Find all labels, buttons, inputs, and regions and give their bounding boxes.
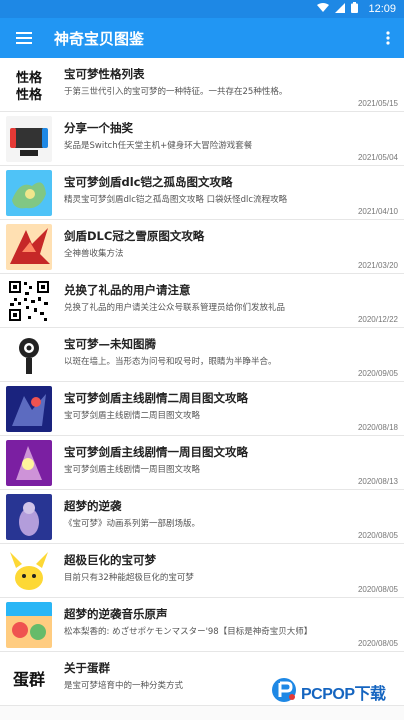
thumbnail [6,116,52,162]
qr-code-thumbnail [6,278,52,324]
item-desc: 兑换了礼品的用户请关注公众号联系管理员给你们发放礼品 [64,303,286,313]
thumbnail: 蛋群 [6,656,52,702]
watermark-logo: PCPOP下载 [270,674,398,710]
item-desc: 宝可梦剑盾主线剧情一周目图文攻略 [64,465,201,475]
list-item[interactable]: 剑盾DLC冠之雪原图文攻略 全神兽收集方法 2021/03/20 [0,220,404,274]
list-item[interactable]: 宝可梦剑盾dlc铠之孤岛图文攻略 精灵宝可梦剑盾dlc铠之孤岛图文攻略 口袋妖怪… [0,166,404,220]
svg-text:性格: 性格 [16,70,43,85]
item-date: 2021/05/04 [357,153,398,162]
article-list: 性格 性格 宝可梦性格列表 于第三世代引入的宝可梦的一种特征。一共存在25种性格… [0,58,404,706]
item-title: 超梦的逆袭音乐原声 [64,607,168,621]
item-date: 2020/08/05 [357,585,398,594]
thumbnail [6,170,52,216]
thumbnail [6,548,52,594]
item-date: 2021/04/10 [357,207,398,216]
item-desc: 于第三世代引入的宝可梦的一种特征。一共存在25种性格。 [64,87,288,97]
item-date: 2020/12/22 [357,315,398,324]
item-title: 宝可梦性格列表 [64,67,145,81]
item-date: 2021/05/15 [357,99,398,108]
item-title: 剑盾DLC冠之雪原图文攻略 [64,229,205,243]
menu-icon[interactable] [0,18,48,58]
list-item[interactable]: 超极巨化的宝可梦 目前只有32种能超极巨化的宝可梦 2020/08/05 [0,544,404,598]
item-desc: 全神兽收集方法 [64,249,124,259]
item-title: 分享一个抽奖 [64,121,133,135]
item-desc: 奖品是Switch任天堂主机+健身环大冒险游戏套餐 [64,141,253,151]
item-title: 宝可梦—未知图腾 [64,337,156,351]
list-item[interactable]: 宝可梦剑盾主线剧情二周目图文攻略 宝可梦剑盾主线剧情二周目图文攻略 2020/0… [0,382,404,436]
item-desc: 目前只有32种能超极巨化的宝可梦 [64,573,194,583]
item-date: 2020/08/05 [357,531,398,540]
item-desc: 以斑在墙上。当形态为问号和叹号时，眼睛为半睁半合。 [64,357,277,367]
pcpop-logo-icon [270,676,298,708]
thumbnail: 性格 性格 [6,62,52,108]
app-title: 神奇宝贝图鉴 [54,29,145,48]
more-vert-icon[interactable] [372,18,404,58]
thumbnail [6,494,52,540]
item-date: 2020/08/05 [357,639,398,648]
list-item[interactable]: 分享一个抽奖 奖品是Switch任天堂主机+健身环大冒险游戏套餐 2021/05… [0,112,404,166]
list-item[interactable]: 宝可梦—未知图腾 以斑在墙上。当形态为问号和叹号时，眼睛为半睁半合。 2020/… [0,328,404,382]
item-date: 2020/08/13 [357,477,398,486]
item-title: 宝可梦剑盾主线剧情二周目图文攻略 [64,391,248,405]
watermark-text: PCPOP下载 [301,686,386,703]
item-date: 2020/08/18 [357,423,398,432]
list-item[interactable]: 性格 性格 宝可梦性格列表 于第三世代引入的宝可梦的一种特征。一共存在25种性格… [0,58,404,112]
thumbnail [6,440,52,486]
item-desc: 松本梨香的: めざせポケモンマスター'98【目标是神奇宝贝大师】 [64,627,313,637]
thumbnail [6,386,52,432]
item-desc: 《宝可梦》动画系列第一部剧场版。 [64,519,201,529]
svg-text:蛋群: 蛋群 [13,670,45,689]
battery-icon [351,2,359,16]
item-title: 宝可梦剑盾主线剧情一周目图文攻略 [64,445,248,459]
wifi-icon [317,2,330,16]
list-item[interactable]: 兑换了礼品的用户请注意 兑换了礼品的用户请关注公众号联系管理员给你们发放礼品 2… [0,274,404,328]
list-item[interactable]: 宝可梦剑盾主线剧情一周目图文攻略 宝可梦剑盾主线剧情一周目图文攻略 2020/0… [0,436,404,490]
item-title: 兑换了礼品的用户请注意 [64,283,191,297]
thumbnail [6,602,52,648]
status-time: 12:09 [368,3,396,15]
app-bar: 神奇宝贝图鉴 [0,18,404,58]
svg-text:性格: 性格 [16,87,43,102]
signal-icon [335,2,346,16]
item-desc: 宝可梦剑盾主线剧情二周目图文攻略 [64,411,201,421]
status-bar: 12:09 [0,0,404,18]
item-title: 宝可梦剑盾dlc铠之孤岛图文攻略 [64,175,233,189]
item-title: 超梦的逆袭 [64,499,122,513]
list-item[interactable]: 超梦的逆袭音乐原声 松本梨香的: めざせポケモンマスター'98【目标是神奇宝贝大… [0,598,404,652]
thumbnail [6,224,52,270]
thumbnail [6,332,52,378]
item-date: 2020/09/05 [357,369,398,378]
item-date: 2021/03/20 [357,261,398,270]
list-item[interactable]: 超梦的逆袭 《宝可梦》动画系列第一部剧场版。 2020/08/05 [0,490,404,544]
item-desc: 精灵宝可梦剑盾dlc铠之孤岛图文攻略 口袋妖怪dlc流程攻略 [64,195,288,205]
item-title: 超极巨化的宝可梦 [64,553,156,567]
